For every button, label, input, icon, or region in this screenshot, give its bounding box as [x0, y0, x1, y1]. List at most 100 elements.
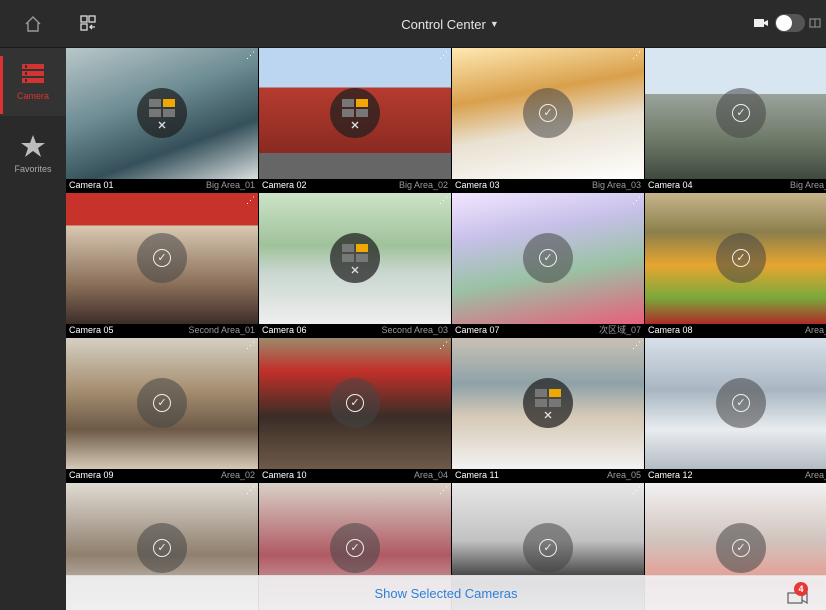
more-icon[interactable]: ⋰	[439, 485, 448, 496]
top-bar: Control Center ▼	[0, 0, 826, 48]
more-icon[interactable]: ⋰	[246, 50, 255, 61]
select-checkmark[interactable]: ✓	[137, 523, 187, 573]
camera-tile[interactable]: ⋰ ✓ Camera 09 Area_02	[66, 338, 258, 482]
check-icon: ✓	[539, 539, 557, 557]
camera-name: Camera 09	[69, 470, 114, 480]
camera-name: Camera 08	[648, 325, 693, 335]
selected-count-badge: 4	[794, 582, 808, 596]
select-checkmark[interactable]: ✓	[716, 378, 766, 428]
select-checkmark[interactable]: ✓	[137, 233, 187, 283]
camera-name: Camera 02	[262, 180, 307, 190]
camera-area: Area_05	[606, 470, 641, 480]
camera-caption: Camera 06 Second Area_03	[259, 324, 451, 337]
window-layout-icon	[535, 389, 561, 419]
control-center-dropdown[interactable]: Control Center ▼	[340, 0, 560, 48]
camera-caption: Camera 10 Area_04	[259, 469, 451, 482]
selected-layout-overlay[interactable]	[137, 88, 187, 138]
view-toggle[interactable]	[775, 14, 805, 32]
camera-caption: Camera 03 Big Area_03	[452, 179, 644, 192]
check-icon: ✓	[732, 104, 750, 122]
select-checkmark[interactable]: ✓	[523, 523, 573, 573]
toggle-knob	[776, 15, 792, 31]
more-icon[interactable]: ⋰	[632, 485, 641, 496]
more-icon[interactable]: ⋰	[246, 485, 255, 496]
camera-area: Area_0	[804, 325, 826, 335]
camera-tile[interactable]: ⋰ Camera 11 Area_05	[452, 338, 644, 482]
layout-switch-icon	[80, 15, 96, 31]
camera-grid: ⋰ Camera 01 Big Area_01 ⋰ Camera 02 Big Area_…	[66, 48, 826, 610]
sidebar-item-camera[interactable]: Camera	[0, 48, 66, 116]
camera-tile[interactable]: ⋰ ✓ Camera 03 Big Area_03	[452, 48, 644, 192]
split-screen-icon[interactable]	[809, 17, 821, 29]
camera-area: Big Area_01	[205, 180, 255, 190]
camera-name: Camera 10	[262, 470, 307, 480]
camera-area: Big Area_0	[789, 180, 826, 190]
selected-layout-overlay[interactable]	[523, 378, 573, 428]
check-icon: ✓	[346, 394, 364, 412]
camera-name: Camera 11	[455, 470, 499, 480]
camera-tile[interactable]: ⋰ ✓ Camera 05 Second Area_01	[66, 193, 258, 337]
camera-tile[interactable]: ⋰ ✓ Camera 10 Area_04	[259, 338, 451, 482]
more-icon[interactable]: ⋰	[632, 340, 641, 351]
sidebar-item-favorites[interactable]: Favorites	[0, 120, 66, 188]
home-button[interactable]	[0, 0, 66, 48]
camera-tile[interactable]: ⋰✓Camera 12Area_0	[645, 338, 826, 482]
more-icon[interactable]: ⋰	[246, 195, 255, 206]
layout-switch-button[interactable]	[76, 11, 100, 35]
select-checkmark[interactable]: ✓	[137, 378, 187, 428]
more-icon[interactable]: ⋰	[439, 340, 448, 351]
selected-cameras-button[interactable]: 4	[786, 581, 816, 607]
show-selected-cameras-button[interactable]: Show Selected Cameras	[66, 576, 826, 610]
more-icon[interactable]: ⋰	[246, 340, 255, 351]
camera-tile[interactable]: ⋰✓Camera 04Big Area_0	[645, 48, 826, 192]
camera-tile[interactable]: ⋰ ✓ Camera 07 次区域_07	[452, 193, 644, 337]
camera-tile[interactable]: ⋰ Camera 06 Second Area_03	[259, 193, 451, 337]
selected-layout-overlay[interactable]	[330, 88, 380, 138]
check-icon: ✓	[732, 539, 750, 557]
camera-area: Big Area_03	[591, 180, 641, 190]
more-icon[interactable]: ⋰	[632, 195, 641, 206]
camera-name: Camera 12	[648, 470, 693, 480]
window-layout-icon	[149, 99, 175, 129]
camera-name: Camera 06	[262, 325, 307, 335]
check-icon: ✓	[153, 249, 171, 267]
check-icon: ✓	[346, 539, 364, 557]
select-checkmark[interactable]: ✓	[716, 88, 766, 138]
select-checkmark[interactable]: ✓	[716, 523, 766, 573]
camera-caption: Camera 07 次区域_07	[452, 324, 644, 337]
check-icon: ✓	[539, 104, 557, 122]
active-indicator	[0, 56, 3, 114]
camera-icon	[754, 19, 768, 27]
selected-layout-overlay[interactable]	[330, 233, 380, 283]
select-checkmark[interactable]: ✓	[716, 233, 766, 283]
more-icon[interactable]: ⋰	[439, 195, 448, 206]
check-icon: ✓	[153, 394, 171, 412]
select-checkmark[interactable]: ✓	[523, 233, 573, 283]
camera-name: Camera 07	[455, 325, 500, 335]
camera-name: Camera 03	[455, 180, 500, 190]
camera-caption: Camera 11 Area_05	[452, 469, 644, 482]
camera-tile[interactable]: ⋰✓Camera 08Area_0	[645, 193, 826, 337]
home-icon	[25, 16, 41, 32]
check-icon: ✓	[539, 249, 557, 267]
camera-tile[interactable]: ⋰ Camera 02 Big Area_02	[259, 48, 451, 192]
sidebar-item-label: Camera	[16, 91, 49, 101]
select-checkmark[interactable]: ✓	[330, 523, 380, 573]
camera-area: Big Area_02	[398, 180, 448, 190]
more-icon[interactable]: ⋰	[632, 50, 641, 61]
camera-area: Second Area_03	[381, 325, 448, 335]
camera-area: Area_0	[804, 470, 826, 480]
camera-caption: Camera 12 Area_0	[645, 469, 826, 482]
camera-area: Area_04	[413, 470, 448, 480]
camera-list-icon	[22, 64, 44, 83]
check-icon: ✓	[732, 394, 750, 412]
select-checkmark[interactable]: ✓	[523, 88, 573, 138]
camera-tile[interactable]: ⋰ Camera 01 Big Area_01	[66, 48, 258, 192]
camera-caption: Camera 01 Big Area_01	[66, 179, 258, 192]
show-selected-label: Show Selected Cameras	[374, 586, 518, 601]
page-title: Control Center	[401, 16, 486, 32]
select-checkmark[interactable]: ✓	[330, 378, 380, 428]
camera-name: Camera 01	[69, 180, 114, 190]
more-icon[interactable]: ⋰	[439, 50, 448, 61]
sidebar: Camera Favorites	[0, 48, 66, 610]
